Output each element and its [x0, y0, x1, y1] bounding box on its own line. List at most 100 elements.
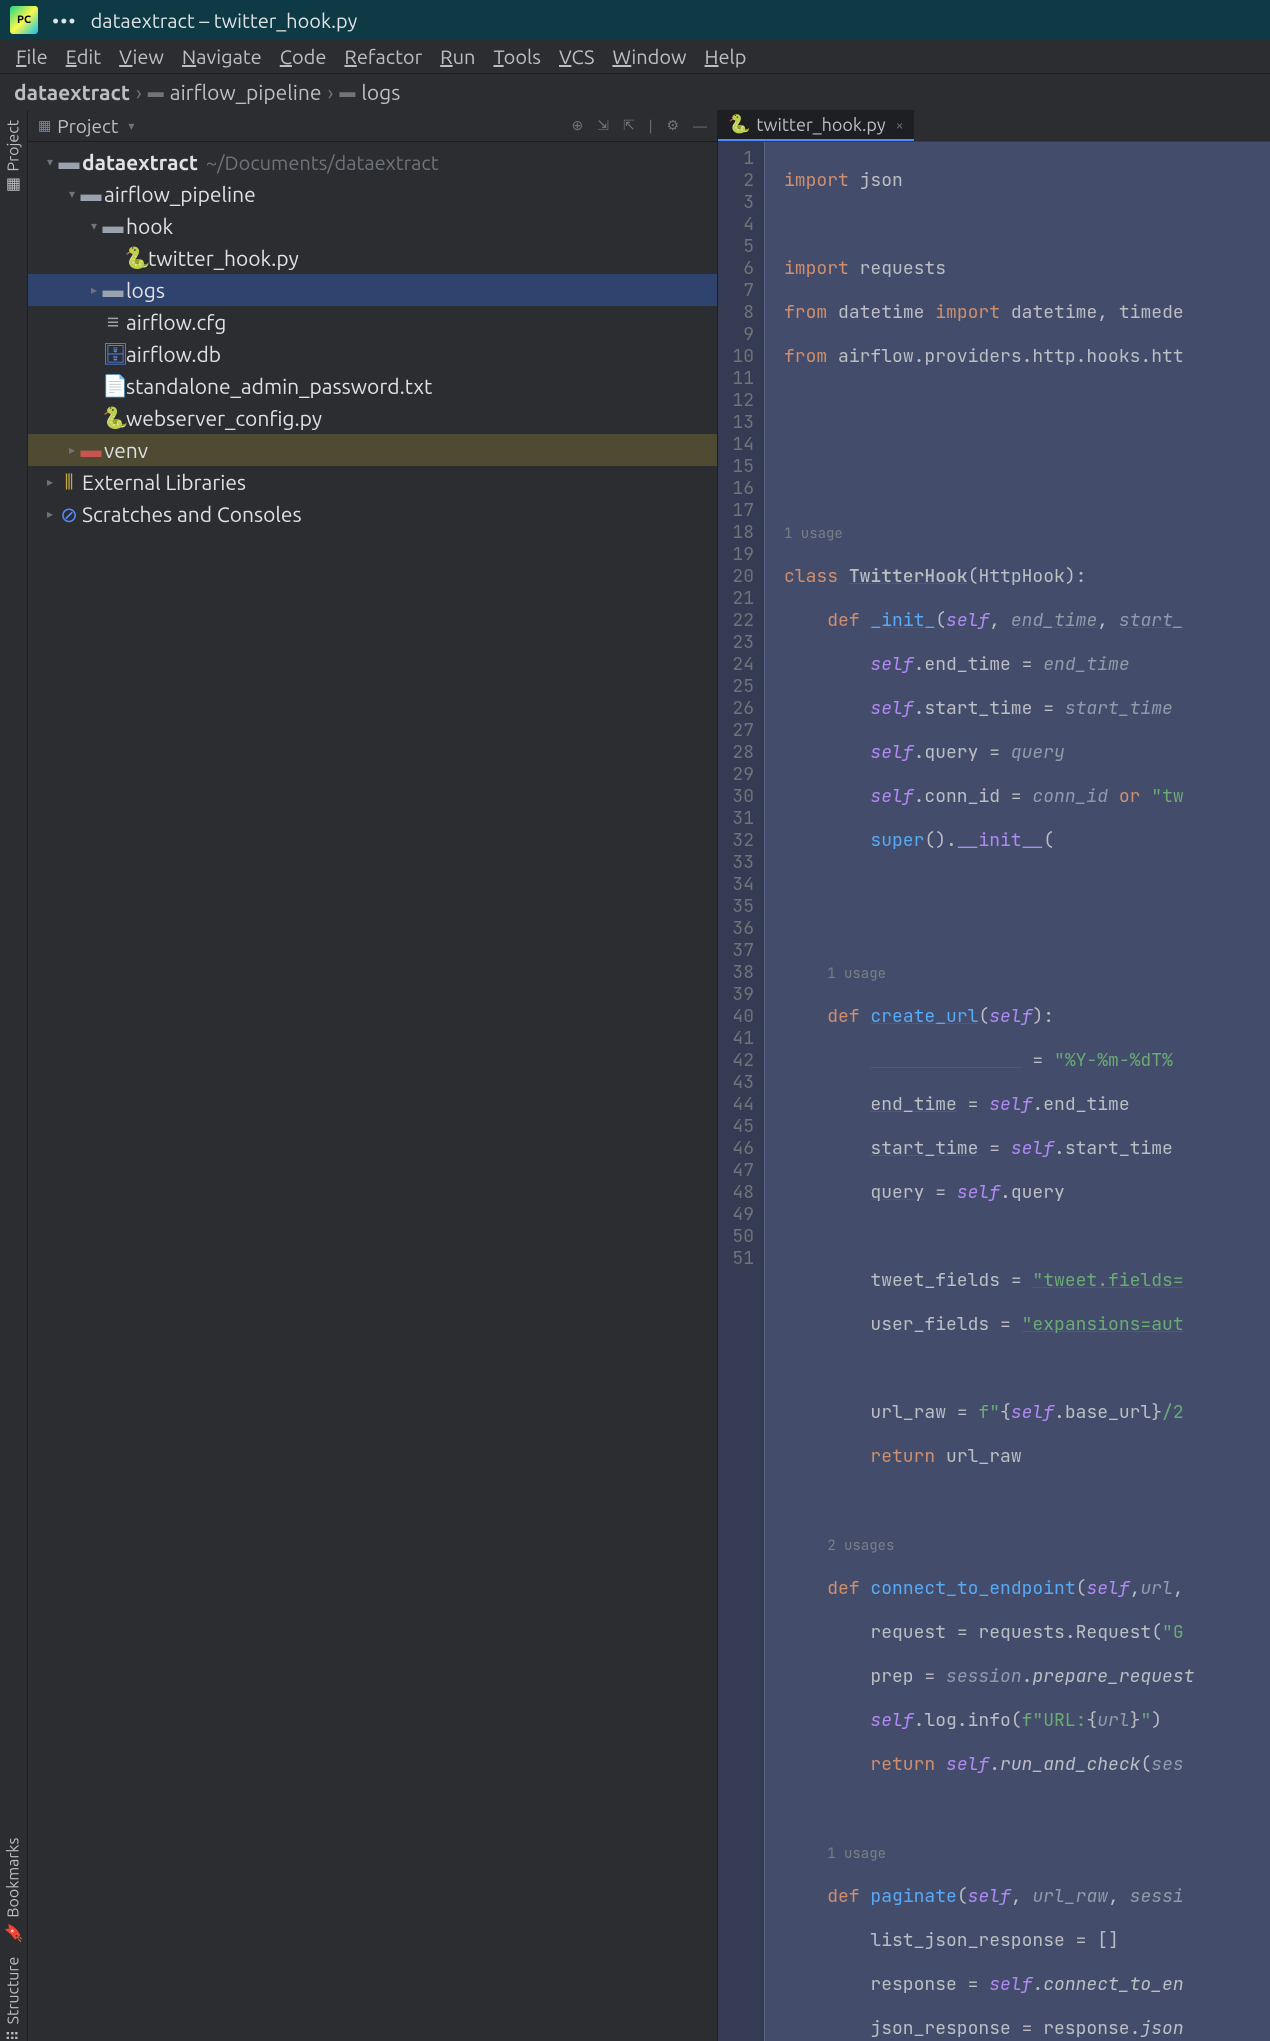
line-number[interactable]: 30: [724, 786, 754, 808]
tree-row-root[interactable]: ▾ ▬ dataextract ~/Documents/dataextract: [28, 146, 717, 178]
line-number[interactable]: 19: [724, 544, 754, 566]
line-number[interactable]: 12: [724, 390, 754, 412]
line-number[interactable]: 51: [724, 1248, 754, 1270]
menu-refactor[interactable]: Refactor: [336, 41, 430, 72]
tree-row-folder[interactable]: ▾ ▬ hook: [28, 210, 717, 242]
chevron-right-icon[interactable]: ▸: [42, 475, 58, 489]
line-number[interactable]: 21: [724, 588, 754, 610]
line-number[interactable]: 9: [724, 324, 754, 346]
editor-tab[interactable]: 🐍 twitter_hook.py ×: [718, 110, 914, 141]
line-number[interactable]: 3: [724, 192, 754, 214]
menu-view[interactable]: View: [111, 41, 172, 72]
line-number[interactable]: 14: [724, 434, 754, 456]
menu-code[interactable]: Code: [272, 41, 335, 72]
tree-row-file[interactable]: 🐍 webserver_config.py: [28, 402, 717, 434]
dropdown-icon[interactable]: ▾: [128, 119, 134, 133]
tree-row-libraries[interactable]: ▸ ⫴ External Libraries: [28, 466, 717, 498]
tool-structure-button[interactable]: ⠿ Structure: [4, 1957, 23, 2041]
line-number[interactable]: 5: [724, 236, 754, 258]
line-number[interactable]: 45: [724, 1116, 754, 1138]
line-number[interactable]: 24: [724, 654, 754, 676]
line-number[interactable]: 11: [724, 368, 754, 390]
line-number[interactable]: 42: [724, 1050, 754, 1072]
line-number[interactable]: 47: [724, 1160, 754, 1182]
tool-project-button[interactable]: ▦ Project: [4, 120, 23, 195]
line-number[interactable]: 43: [724, 1072, 754, 1094]
line-number[interactable]: 40: [724, 1006, 754, 1028]
tool-bookmarks-button[interactable]: 🔖 Bookmarks: [4, 1838, 23, 1943]
line-number[interactable]: 23: [724, 632, 754, 654]
line-number[interactable]: 10: [724, 346, 754, 368]
line-number[interactable]: 39: [724, 984, 754, 1006]
tree-row-folder[interactable]: ▾ ▬ airflow_pipeline: [28, 178, 717, 210]
close-icon[interactable]: ×: [896, 117, 904, 133]
project-tree[interactable]: ▾ ▬ dataextract ~/Documents/dataextract …: [28, 142, 717, 2041]
line-number[interactable]: 26: [724, 698, 754, 720]
breadcrumb[interactable]: dataextract › ▬ airflow_pipeline › ▬ log…: [0, 74, 1270, 110]
line-number[interactable]: 36: [724, 918, 754, 940]
tree-row-file[interactable]: 🗄 airflow.db: [28, 338, 717, 370]
chevron-down-icon[interactable]: ▾: [42, 155, 58, 169]
line-number[interactable]: 22: [724, 610, 754, 632]
line-number[interactable]: 46: [724, 1138, 754, 1160]
line-number[interactable]: 48: [724, 1182, 754, 1204]
line-number[interactable]: 7: [724, 280, 754, 302]
menu-run[interactable]: Run: [432, 41, 483, 72]
chevron-down-icon[interactable]: ▾: [86, 219, 102, 233]
menu-edit[interactable]: Edit: [58, 41, 109, 72]
line-number[interactable]: 31: [724, 808, 754, 830]
tree-row-file[interactable]: 🐍 twitter_hook.py: [28, 242, 717, 274]
chevron-right-icon[interactable]: ▸: [42, 507, 58, 521]
tree-row-file[interactable]: 📄 standalone_admin_password.txt: [28, 370, 717, 402]
line-number[interactable]: 44: [724, 1094, 754, 1116]
code-editor[interactable]: 1234567891011121314151617181920212223242…: [718, 142, 1270, 2041]
tree-row-folder-selected[interactable]: ▸ ▬ logs: [28, 274, 717, 306]
line-number[interactable]: 49: [724, 1204, 754, 1226]
code-content[interactable]: import json import requests from datetim…: [778, 142, 1270, 2041]
menu-navigate[interactable]: Navigate: [174, 41, 270, 72]
menu-tools[interactable]: Tools: [485, 41, 549, 72]
fold-gutter[interactable]: [764, 142, 778, 2041]
line-gutter[interactable]: 1234567891011121314151617181920212223242…: [718, 142, 764, 2041]
line-number[interactable]: 41: [724, 1028, 754, 1050]
menu-file[interactable]: File: [8, 41, 56, 72]
expand-all-icon[interactable]: ⇲: [597, 117, 609, 134]
line-number[interactable]: 32: [724, 830, 754, 852]
line-number[interactable]: 50: [724, 1226, 754, 1248]
menu-window[interactable]: Window: [604, 41, 694, 72]
line-number[interactable]: 34: [724, 874, 754, 896]
chevron-down-icon[interactable]: ▾: [64, 187, 80, 201]
tree-row-folder[interactable]: ▸ ▬ venv: [28, 434, 717, 466]
line-number[interactable]: 20: [724, 566, 754, 588]
line-number[interactable]: 38: [724, 962, 754, 984]
chevron-right-icon[interactable]: ▸: [86, 283, 102, 297]
tree-row-scratches[interactable]: ▸ ⊘ Scratches and Consoles: [28, 498, 717, 530]
menu-help[interactable]: Help: [697, 41, 755, 72]
line-number[interactable]: 37: [724, 940, 754, 962]
breadcrumb-item[interactable]: dataextract: [14, 80, 130, 104]
overflow-icon[interactable]: •••: [52, 9, 77, 32]
line-number[interactable]: 2: [724, 170, 754, 192]
line-number[interactable]: 6: [724, 258, 754, 280]
gear-icon[interactable]: ⚙: [666, 117, 679, 134]
line-number[interactable]: 35: [724, 896, 754, 918]
hide-icon[interactable]: —: [693, 118, 707, 134]
line-number[interactable]: 29: [724, 764, 754, 786]
line-number[interactable]: 4: [724, 214, 754, 236]
line-number[interactable]: 18: [724, 522, 754, 544]
line-number[interactable]: 27: [724, 720, 754, 742]
line-number[interactable]: 16: [724, 478, 754, 500]
locate-icon[interactable]: ⊕: [572, 117, 584, 134]
line-number[interactable]: 13: [724, 412, 754, 434]
breadcrumb-item[interactable]: airflow_pipeline: [170, 80, 322, 104]
line-number[interactable]: 25: [724, 676, 754, 698]
line-number[interactable]: 28: [724, 742, 754, 764]
chevron-right-icon[interactable]: ▸: [64, 443, 80, 457]
line-number[interactable]: 33: [724, 852, 754, 874]
line-number[interactable]: 15: [724, 456, 754, 478]
breadcrumb-item[interactable]: logs: [361, 80, 400, 104]
line-number[interactable]: 8: [724, 302, 754, 324]
collapse-all-icon[interactable]: ⇱: [623, 117, 635, 134]
tree-row-file[interactable]: ≡ airflow.cfg: [28, 306, 717, 338]
menu-vcs[interactable]: VCS: [551, 41, 602, 72]
